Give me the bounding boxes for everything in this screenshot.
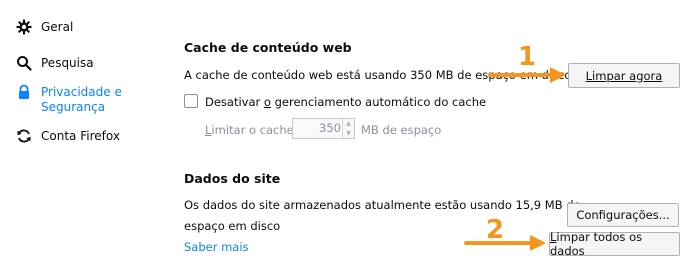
site-data-settings-button[interactable]: Configurações...	[567, 203, 679, 227]
cache-limit-spinner[interactable]: 350 ▲ ▼	[292, 118, 355, 139]
learn-more-link[interactable]: Saber mais	[184, 240, 249, 254]
clear-all-button-label: Limpar todos os dados	[550, 230, 679, 258]
sidebar-item-label: Geral	[41, 20, 74, 34]
search-icon	[15, 54, 33, 72]
disable-cache-management-checkbox[interactable]	[184, 94, 198, 108]
cache-limit-value: 350	[319, 121, 341, 135]
gear-icon	[15, 18, 33, 36]
cache-section-title: Cache de conteúdo web	[184, 40, 352, 55]
disable-cache-management-label[interactable]: Desativar o gerenciamento automático do …	[205, 95, 486, 109]
checkbox-label-accesskey: o	[263, 95, 271, 109]
clear-all-label-rest: impar todos os dados	[550, 230, 643, 258]
sidebar-item-privacidade[interactable]: Privacidade e Segurança	[15, 83, 131, 115]
sidebar: Geral Pesquisa Privacidade e Segurança C…	[0, 0, 170, 279]
clear-cache-button-label: Limpar agora	[585, 68, 663, 83]
site-data-section-title: Dados do site	[184, 171, 281, 186]
sidebar-item-pesquisa[interactable]: Pesquisa	[15, 54, 94, 72]
sidebar-item-label: Privacidade e Segurança	[41, 85, 122, 114]
clear-cache-button[interactable]: Limpar agora	[568, 63, 680, 88]
spinner-down-icon[interactable]: ▼	[346, 130, 351, 137]
cache-limit-unit: MB de espaço	[361, 123, 442, 137]
checkbox-label-suffix: gerenciamento automático do cache	[270, 95, 487, 109]
annotation-arrow-2-icon	[464, 235, 546, 251]
sidebar-item-label: Conta Firefox	[41, 129, 120, 143]
annotation-arrow-1-icon	[488, 67, 566, 83]
settings-button-label: Configurações...	[576, 208, 669, 222]
site-data-usage-line2: espaço em disco	[184, 219, 281, 233]
limit-label-rest: imitar o cache a	[211, 123, 305, 137]
sidebar-item-conta-firefox[interactable]: Conta Firefox	[15, 127, 120, 145]
spinner-arrows[interactable]: ▲ ▼	[342, 119, 354, 138]
sidebar-item-geral[interactable]: Geral	[15, 18, 73, 36]
checkbox-label-prefix: Desativar	[205, 95, 264, 109]
sidebar-item-label: Pesquisa	[41, 56, 94, 70]
lock-icon	[15, 83, 33, 101]
settings-label-post: gurações...	[605, 208, 670, 222]
sync-icon	[15, 127, 33, 145]
settings-label-pre: Conf	[576, 208, 606, 222]
clear-all-data-button[interactable]: Limpar todos os dados	[549, 230, 680, 258]
spinner-up-icon[interactable]: ▲	[346, 120, 351, 127]
site-data-usage-line1: Os dados do site armazenados atualmente …	[184, 198, 581, 212]
cache-limit-label: Limitar o cache a	[205, 123, 304, 137]
